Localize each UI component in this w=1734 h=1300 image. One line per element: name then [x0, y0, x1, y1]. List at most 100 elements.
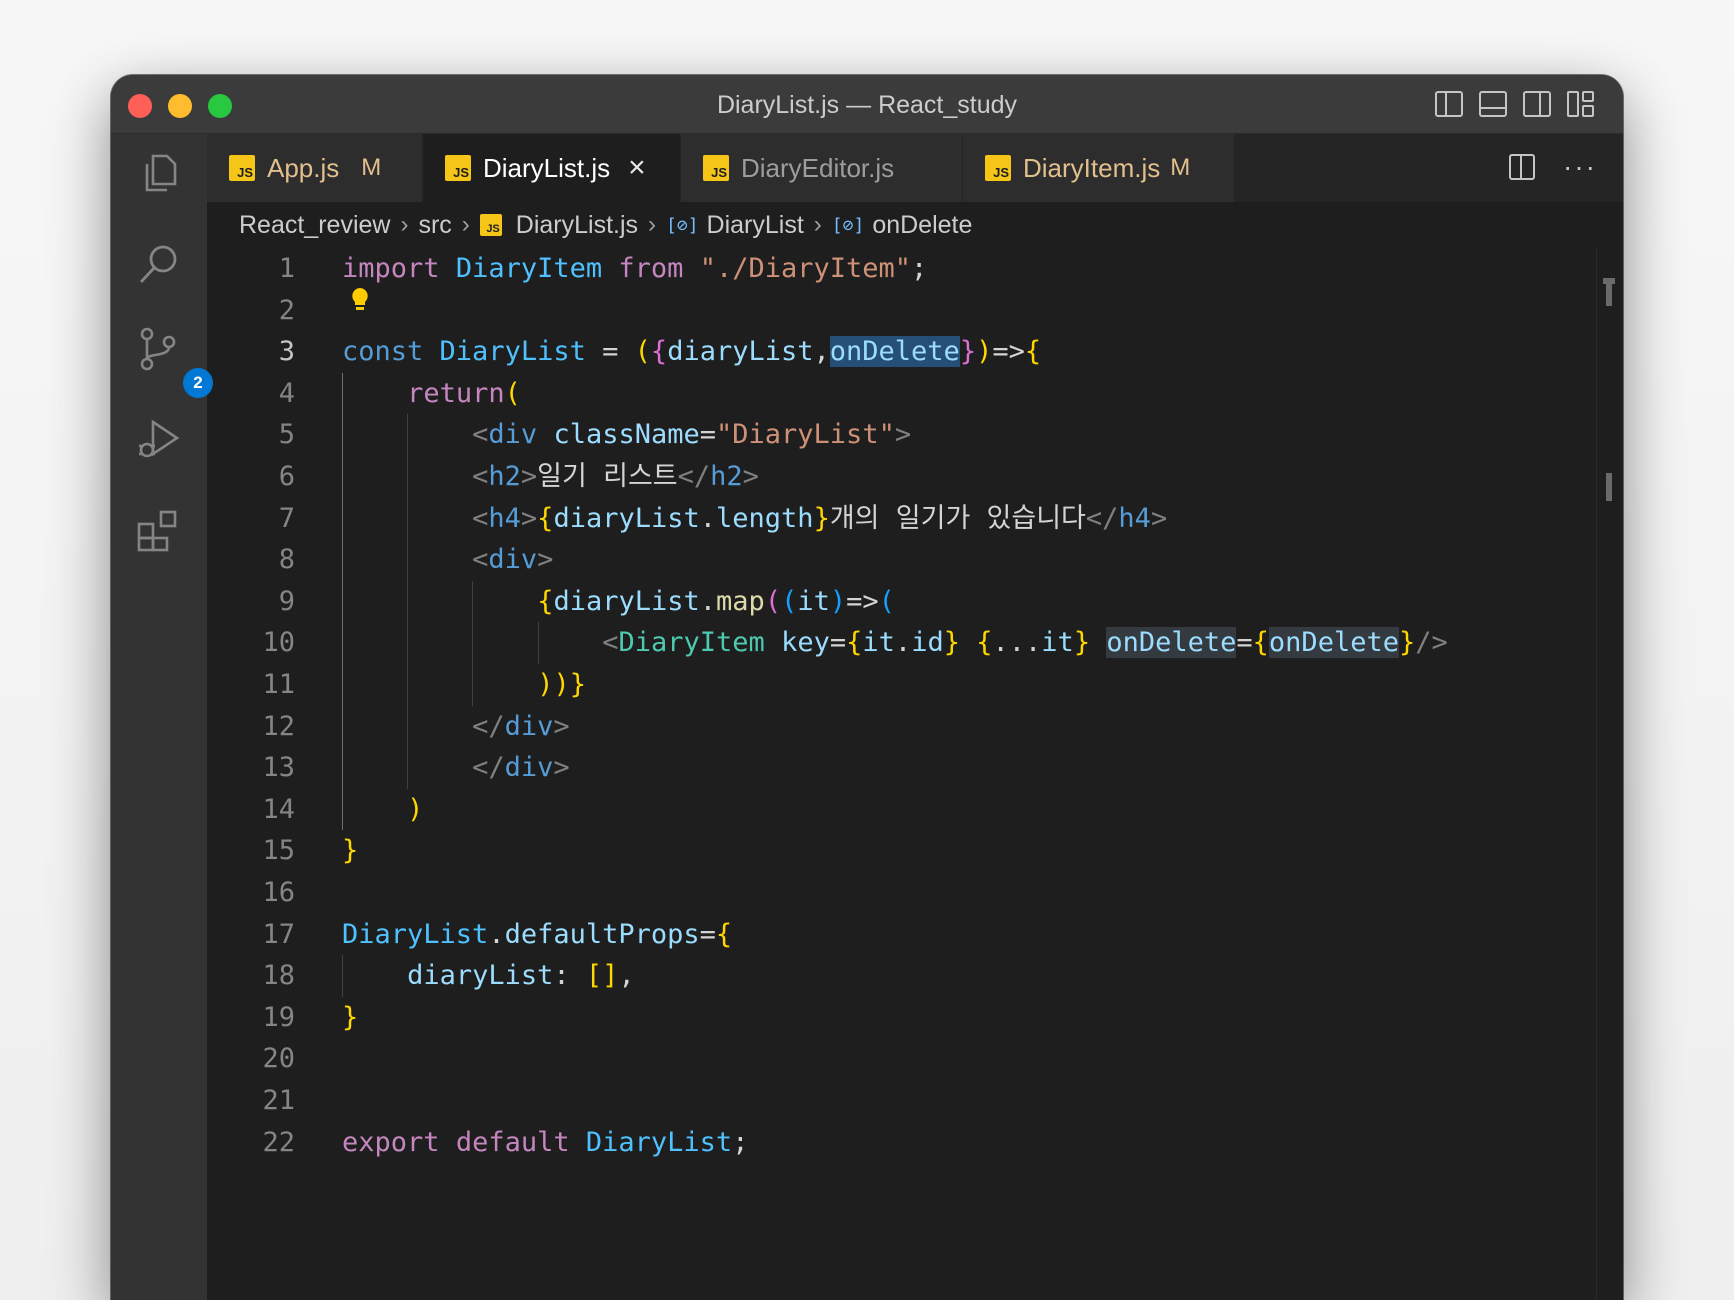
code-line[interactable]: 4 return(	[207, 373, 1597, 415]
overview-marker	[1606, 278, 1612, 306]
breadcrumb-symbol[interactable]: [⊘] DiaryList	[666, 211, 804, 240]
code-text: {diaryList.map((it)=>(	[537, 585, 895, 617]
activity-bar: 2	[111, 134, 213, 1300]
code-line[interactable]: 11 ))}	[207, 664, 1597, 706]
code-line[interactable]: 21	[207, 1080, 1597, 1122]
title-bar: DiaryList.js — React_study	[111, 75, 1623, 134]
code-text: return(	[407, 377, 521, 409]
indent-guide	[342, 372, 343, 831]
code-line[interactable]: 19}	[207, 997, 1597, 1039]
code-text: <h4>{diaryList.length}개의 일기가 있습니다</h4>	[472, 502, 1168, 534]
code-text: const DiaryList = ({diaryList,onDelete})…	[342, 336, 1042, 368]
customize-layout-icon[interactable]	[1567, 91, 1595, 117]
line-number: 12	[262, 710, 295, 742]
code-line[interactable]: 8 <div>	[207, 539, 1597, 581]
breadcrumb: React_review › src › JS DiaryList.js › […	[207, 202, 1623, 248]
code-text: }	[342, 1001, 359, 1033]
code-line[interactable]: 9 {diaryList.map((it)=>(	[207, 581, 1597, 623]
tab-bar: JS App.js M JS DiaryList.js × JS DiaryEd…	[207, 134, 1623, 202]
line-number: 2	[278, 294, 295, 326]
code-text: </div>	[472, 752, 570, 784]
code-line[interactable]: 6 <h2>일기 리스트</h2>	[207, 456, 1597, 498]
code-line[interactable]: 13 </div>	[207, 747, 1597, 789]
line-number: 4	[278, 377, 295, 409]
js-file-icon: JS	[229, 155, 255, 181]
search-icon[interactable]	[135, 240, 183, 288]
code-text: import DiaryItem from "./DiaryItem";	[342, 253, 928, 284]
tab-diaryeditor-js[interactable]: JS DiaryEditor.js	[681, 134, 963, 202]
line-number: 19	[262, 1001, 295, 1033]
code-line[interactable]: 2	[207, 290, 1597, 332]
tab-label: App.js	[267, 152, 340, 183]
line-number: 20	[262, 1043, 295, 1075]
code-line[interactable]: 16	[207, 872, 1597, 914]
split-editor-icon[interactable]	[1509, 154, 1536, 180]
breadcrumb-label: onDelete	[872, 210, 973, 239]
breadcrumb-symbol[interactable]: [⊘] onDelete	[832, 211, 973, 240]
indent-guide	[407, 414, 409, 789]
vertical-scrollbar[interactable]	[1596, 248, 1623, 1300]
js-file-icon: JS	[703, 155, 729, 181]
line-number: 3	[278, 336, 295, 368]
line-number: 8	[278, 544, 295, 576]
code-text: <DiaryItem key={it.id} {...it} onDelete=…	[602, 627, 1448, 659]
code-text: <div className="DiaryList">	[472, 419, 912, 451]
chevron-right-icon: ›	[648, 211, 657, 238]
js-file-icon: JS	[479, 214, 502, 236]
code-text: }	[342, 835, 359, 867]
line-number: 1	[278, 253, 295, 284]
toggle-secondary-sidebar-icon[interactable]	[1523, 91, 1551, 117]
tab-diarylist-js[interactable]: JS DiaryList.js ×	[423, 134, 681, 202]
source-control-icon[interactable]: 2	[135, 324, 213, 398]
toggle-panel-icon[interactable]	[1479, 91, 1507, 117]
toggle-primary-sidebar-icon[interactable]	[1435, 91, 1463, 117]
breadcrumb-folder[interactable]: src	[418, 211, 451, 240]
code-line[interactable]: 7 <h4>{diaryList.length}개의 일기가 있습니다</h4>	[207, 498, 1597, 540]
code-editor[interactable]: 1 import DiaryItem from "./DiaryItem"; 2 3 c…	[207, 248, 1597, 1300]
code-line[interactable]: 3 const DiaryList = ({diaryList,onDelete}…	[207, 331, 1597, 373]
code-line[interactable]: 18 diaryList: [],	[207, 955, 1597, 997]
line-number: 6	[278, 461, 295, 492]
tab-diaryitem-js[interactable]: JS DiaryItem.js M	[963, 134, 1235, 202]
code-line[interactable]: 15}	[207, 830, 1597, 872]
code-line[interactable]: 17 DiaryList.defaultProps={	[207, 914, 1597, 956]
modified-indicator: M	[361, 154, 382, 181]
indent-guide	[342, 955, 343, 997]
code-line[interactable]: 1 import DiaryItem from "./DiaryItem";	[207, 248, 1597, 290]
code-line[interactable]: 22 export default DiaryList;	[207, 1122, 1597, 1164]
line-number: 17	[262, 918, 295, 950]
explorer-icon[interactable]	[135, 150, 183, 198]
code-line[interactable]: 10 <DiaryItem key={it.id} {...it} onDele…	[207, 622, 1597, 664]
code-line[interactable]: 5 <div className="DiaryList">	[207, 414, 1597, 456]
run-debug-icon[interactable]	[135, 416, 183, 464]
tab-label: DiaryItem.js	[1023, 152, 1161, 183]
line-number: 22	[262, 1126, 295, 1158]
line-number: 5	[278, 419, 295, 451]
line-number: 14	[262, 793, 295, 825]
extensions-icon[interactable]	[135, 506, 183, 554]
more-actions-icon[interactable]: ···	[1563, 153, 1597, 181]
code-text: ))}	[537, 669, 586, 700]
chevron-right-icon: ›	[813, 211, 822, 238]
line-number: 10	[262, 627, 295, 659]
breadcrumb-label: DiaryList.js	[515, 210, 639, 239]
close-tab-icon[interactable]: ×	[628, 153, 646, 183]
breadcrumb-folder[interactable]: React_review	[239, 211, 390, 240]
code-line[interactable]: 20	[207, 1038, 1597, 1080]
window-title: DiaryList.js — React_study	[716, 91, 1018, 119]
code-text: export default DiaryList;	[342, 1126, 749, 1158]
code-line[interactable]: 14 )	[207, 789, 1597, 831]
js-file-icon: JS	[445, 155, 471, 181]
line-number: 16	[262, 877, 295, 908]
indent-guide	[537, 622, 539, 664]
code-line[interactable]: 12 </div>	[207, 706, 1597, 748]
code-text: DiaryList.defaultProps={	[342, 918, 733, 950]
line-number: 7	[278, 502, 295, 534]
overview-marker	[1606, 473, 1612, 501]
tab-app-js[interactable]: JS App.js M	[207, 134, 423, 202]
variable-symbol-icon: [⊘]	[666, 214, 699, 236]
code-text: diaryList: [],	[407, 960, 635, 992]
breadcrumb-file[interactable]: JS DiaryList.js	[479, 210, 639, 240]
breadcrumb-label: DiaryList	[706, 210, 804, 239]
tab-label: DiaryList.js	[483, 152, 611, 183]
